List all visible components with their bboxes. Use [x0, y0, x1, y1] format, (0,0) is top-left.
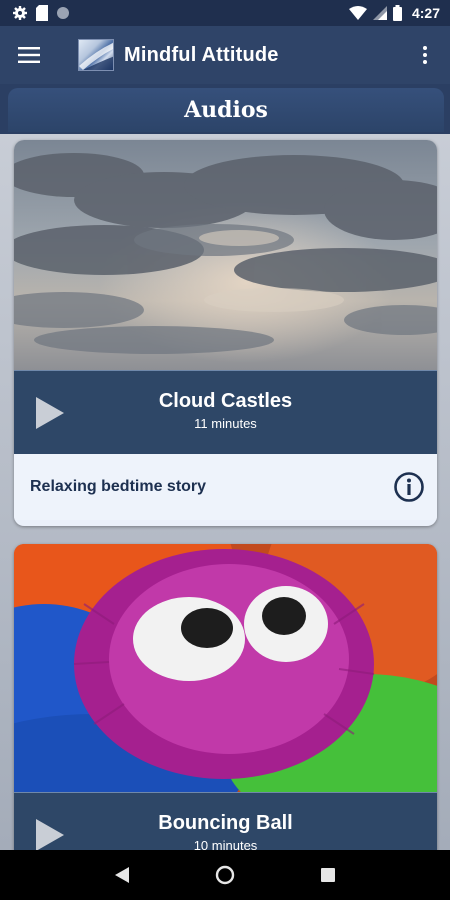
info-icon[interactable] [393, 471, 425, 503]
section-header: Audios [8, 88, 444, 132]
nav-back-button[interactable] [102, 855, 142, 895]
status-left [12, 5, 70, 21]
audio-card[interactable]: Cloud Castles 11 minutes Relaxing bedtim… [14, 140, 437, 526]
card-footer: Relaxing bedtime story [14, 454, 437, 520]
nav-recents-button[interactable] [308, 855, 348, 895]
audio-card[interactable]: Bouncing Ball 10 minutes [14, 544, 437, 850]
more-vert-icon [423, 46, 427, 64]
home-icon [215, 865, 235, 885]
app-logo [78, 39, 114, 71]
gear-icon [13, 6, 27, 20]
menu-button[interactable] [0, 26, 58, 84]
back-icon [114, 867, 129, 883]
recents-icon [321, 868, 336, 882]
play-icon[interactable] [34, 395, 66, 431]
status-right: 4:27 [348, 5, 440, 21]
signal-icon [372, 6, 387, 20]
play-icon[interactable] [34, 817, 66, 850]
audio-list[interactable]: Cloud Castles 11 minutes Relaxing bedtim… [0, 134, 450, 850]
overflow-menu-button[interactable] [410, 39, 440, 71]
section-title: Audios [184, 97, 268, 123]
status-bar: 4:27 [0, 0, 450, 26]
hamburger-menu-icon [18, 47, 40, 63]
card-player-bar: Bouncing Ball 10 minutes [14, 792, 437, 850]
card-description: Relaxing bedtime story [30, 478, 207, 495]
circle-icon [57, 7, 69, 19]
card-player-bar: Cloud Castles 11 minutes [14, 370, 437, 454]
system-nav-bar [0, 850, 450, 900]
card-title: Bouncing Ball [158, 812, 293, 834]
wifi-icon [348, 6, 367, 20]
battery-icon [392, 5, 402, 21]
card-title: Cloud Castles [158, 390, 293, 412]
card-duration: 11 minutes [194, 416, 257, 431]
sd-card-icon [36, 5, 48, 21]
card-image-fuzzy-ball-creature[interactable] [14, 544, 437, 792]
app-title: Mindful Attitude [124, 43, 279, 66]
nav-home-button[interactable] [205, 855, 245, 895]
status-time: 4:27 [411, 5, 440, 21]
app-bar: Mindful Attitude [0, 26, 450, 84]
card-duration: 10 minutes [193, 838, 258, 850]
card-image-cloudy-sky[interactable] [14, 140, 437, 370]
